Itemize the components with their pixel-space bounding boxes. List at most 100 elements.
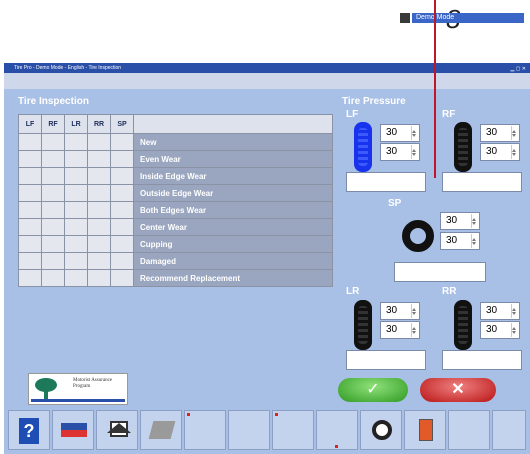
check-cell[interactable] — [87, 218, 111, 236]
row-label: Even Wear — [133, 150, 333, 168]
mode-icon — [400, 13, 410, 23]
home-button[interactable] — [96, 410, 138, 450]
sp-pressure-1[interactable]: 30 — [440, 212, 480, 230]
pressure-title: Tire Pressure — [342, 96, 406, 107]
rf-pressure-2[interactable]: 30 — [480, 143, 520, 161]
exit-icon — [419, 419, 433, 441]
lr-pressure-2[interactable]: 30 — [380, 321, 420, 339]
check-cell[interactable] — [41, 184, 65, 202]
check-cell[interactable] — [110, 133, 134, 151]
rr-tire-icon[interactable] — [454, 300, 472, 350]
check-cell[interactable] — [64, 201, 88, 219]
check-cell[interactable] — [87, 269, 111, 287]
check-cell[interactable] — [18, 252, 42, 270]
toolbar-slot-6[interactable] — [228, 410, 270, 450]
callout-line — [434, 0, 436, 178]
inspection-title: Tire Inspection — [18, 96, 89, 107]
check-cell[interactable] — [110, 201, 134, 219]
menu-strip — [4, 73, 530, 89]
check-cell[interactable] — [87, 201, 111, 219]
lf-label: LF — [346, 109, 359, 120]
check-cell[interactable] — [110, 150, 134, 168]
check-cell[interactable] — [110, 167, 134, 185]
sp-status-box — [394, 262, 486, 282]
toolbar-slot-5[interactable] — [184, 410, 226, 450]
rr-pressure-2[interactable]: 30 — [480, 321, 520, 339]
check-cell[interactable] — [110, 252, 134, 270]
check-cell[interactable] — [41, 150, 65, 168]
home-icon — [107, 421, 131, 437]
check-cell[interactable] — [64, 252, 88, 270]
check-cell[interactable] — [87, 252, 111, 270]
toolbar-slot-11[interactable] — [448, 410, 490, 450]
check-cell[interactable] — [18, 167, 42, 185]
check-cell[interactable] — [87, 167, 111, 185]
check-cell[interactable] — [110, 235, 134, 253]
check-cell[interactable] — [87, 133, 111, 151]
rf-tire-icon[interactable] — [454, 122, 472, 172]
inspection-table: LF RF LR RR SP New Even Wear Inside Edge… — [18, 114, 333, 287]
title-bar: Tire Pro - Demo Mode - English - Tire In… — [4, 63, 530, 73]
lf-pressure-2[interactable]: 30 — [380, 143, 420, 161]
check-cell[interactable] — [87, 150, 111, 168]
check-cell[interactable] — [41, 133, 65, 151]
check-cell[interactable] — [64, 184, 88, 202]
ok-button[interactable]: ✓ — [338, 378, 408, 402]
lr-tire-icon[interactable] — [354, 300, 372, 350]
check-cell[interactable] — [18, 218, 42, 236]
rr-status-box — [442, 350, 522, 370]
check-cell[interactable] — [64, 235, 88, 253]
check-cell[interactable] — [110, 184, 134, 202]
check-cell[interactable] — [41, 235, 65, 253]
toolbar-slot-7[interactable] — [272, 410, 314, 450]
table-row: Outside Edge Wear — [18, 184, 333, 202]
row-label: Damaged — [133, 252, 333, 270]
row-label: Outside Edge Wear — [133, 184, 333, 202]
check-cell[interactable] — [18, 184, 42, 202]
check-cell[interactable] — [41, 252, 65, 270]
check-cell[interactable] — [64, 218, 88, 236]
lf-pressure-1[interactable]: 30 — [380, 124, 420, 142]
vehicle-button[interactable] — [52, 410, 94, 450]
exit-button[interactable] — [404, 410, 446, 450]
check-cell[interactable] — [87, 184, 111, 202]
check-cell[interactable] — [18, 201, 42, 219]
row-label: Cupping — [133, 235, 333, 253]
logo-strip — [31, 399, 125, 402]
rf-pressure-1[interactable]: 30 — [480, 124, 520, 142]
window-title: Tire Pro - Demo Mode - English - Tire In… — [14, 65, 122, 71]
wheel-icon — [372, 420, 392, 440]
check-cell[interactable] — [18, 150, 42, 168]
check-cell[interactable] — [64, 269, 88, 287]
check-cell[interactable] — [64, 150, 88, 168]
spare-tire-icon[interactable] — [402, 220, 434, 252]
check-cell[interactable] — [64, 167, 88, 185]
rr-pressure-1[interactable]: 30 — [480, 302, 520, 320]
check-cell[interactable] — [64, 133, 88, 151]
check-cell[interactable] — [18, 133, 42, 151]
table-row: Inside Edge Wear — [18, 167, 333, 185]
tool-button[interactable] — [140, 410, 182, 450]
check-cell[interactable] — [41, 218, 65, 236]
table-header-row: LF RF LR RR SP — [18, 114, 333, 134]
col-rr: RR — [87, 114, 111, 134]
check-cell[interactable] — [41, 269, 65, 287]
check-cell[interactable] — [41, 167, 65, 185]
cancel-button[interactable]: ✕ — [420, 378, 496, 402]
sp-pressure-2[interactable]: 30 — [440, 232, 480, 250]
check-cell[interactable] — [87, 235, 111, 253]
toolbar-slot-8[interactable] — [316, 410, 358, 450]
col-sp: SP — [110, 114, 134, 134]
lf-tire-icon[interactable] — [354, 122, 372, 172]
wheel-button[interactable] — [360, 410, 402, 450]
help-button[interactable]: ? — [8, 410, 50, 450]
check-cell[interactable] — [41, 201, 65, 219]
map-logo: Motorist Assurance Program — [28, 373, 128, 405]
lr-pressure-1[interactable]: 30 — [380, 302, 420, 320]
toolbar-slot-12[interactable] — [492, 410, 526, 450]
check-cell[interactable] — [110, 218, 134, 236]
table-row: Recommend Replacement — [18, 269, 333, 287]
check-cell[interactable] — [18, 235, 42, 253]
check-cell[interactable] — [18, 269, 42, 287]
check-cell[interactable] — [110, 269, 134, 287]
